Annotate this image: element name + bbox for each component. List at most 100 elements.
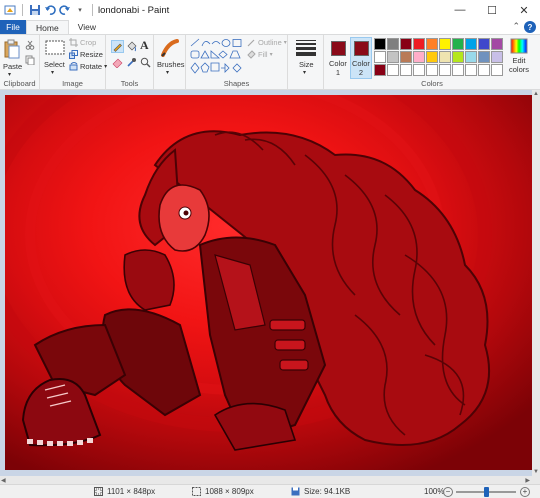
drawing-canvas[interactable] bbox=[5, 95, 535, 470]
tab-view[interactable]: View bbox=[69, 20, 105, 34]
palette-swatch[interactable] bbox=[478, 51, 490, 63]
select-label[interactable]: Select bbox=[44, 60, 65, 69]
outline-label: Outline bbox=[258, 38, 282, 47]
scroll-left-icon[interactable]: ◀ bbox=[1, 477, 6, 484]
paste-label[interactable]: Paste bbox=[3, 62, 22, 71]
palette-swatch[interactable] bbox=[387, 64, 399, 76]
zoom-out-button[interactable]: − bbox=[443, 487, 453, 497]
maximize-button[interactable]: ☐ bbox=[476, 0, 508, 20]
vertical-scrollbar[interactable]: ▲ ▼ bbox=[532, 90, 540, 484]
palette-swatch[interactable] bbox=[413, 51, 425, 63]
palette-swatch[interactable] bbox=[374, 38, 386, 50]
tab-file[interactable]: File bbox=[0, 20, 26, 34]
palette-swatch[interactable] bbox=[439, 51, 451, 63]
size-group[interactable]: Size ▾ bbox=[288, 35, 324, 90]
zoom-slider-thumb[interactable] bbox=[483, 487, 489, 497]
outline-button[interactable]: Outline ▾ bbox=[247, 38, 287, 47]
palette-swatch[interactable] bbox=[452, 64, 464, 76]
tab-home[interactable]: Home bbox=[26, 20, 69, 34]
resize-label: Resize bbox=[80, 50, 103, 59]
fill-button[interactable]: Fill ▾ bbox=[247, 50, 273, 59]
pencil-icon[interactable] bbox=[111, 40, 124, 53]
size-dropdown-icon[interactable]: ▾ bbox=[303, 69, 306, 76]
scroll-up-icon[interactable]: ▲ bbox=[533, 91, 539, 97]
copy-icon[interactable] bbox=[25, 55, 35, 67]
size-label[interactable]: Size bbox=[299, 60, 314, 69]
palette-swatch[interactable] bbox=[465, 51, 477, 63]
palette-swatch[interactable] bbox=[478, 64, 490, 76]
palette-swatch[interactable] bbox=[491, 38, 503, 50]
select-icon[interactable] bbox=[45, 40, 65, 58]
resize-icon bbox=[69, 50, 78, 59]
brush-icon[interactable] bbox=[160, 38, 180, 60]
zoom-in-button[interactable]: + bbox=[520, 487, 530, 497]
palette-swatch[interactable] bbox=[387, 38, 399, 50]
save-icon[interactable] bbox=[29, 4, 41, 16]
palette-swatch[interactable] bbox=[491, 51, 503, 63]
clipboard-group: Paste ▾ Clipboard bbox=[0, 35, 40, 90]
collapse-ribbon-icon[interactable]: ⌃ bbox=[512, 21, 520, 32]
palette-swatch[interactable] bbox=[439, 38, 451, 50]
palette-swatch[interactable] bbox=[413, 64, 425, 76]
brushes-group[interactable]: Brushes ▾ bbox=[154, 35, 186, 90]
clipboard-group-label: Clipboard bbox=[3, 79, 36, 88]
window-controls: — ☐ ✕ bbox=[444, 0, 540, 20]
quick-access-toolbar: ▾ bbox=[0, 4, 96, 16]
palette-swatch[interactable] bbox=[491, 64, 503, 76]
scroll-right-icon[interactable]: ▶ bbox=[525, 477, 530, 484]
customize-qat-icon[interactable]: ▾ bbox=[74, 4, 86, 16]
crop-button[interactable]: Crop bbox=[69, 38, 96, 47]
fill-icon[interactable] bbox=[126, 41, 137, 54]
palette-swatch[interactable] bbox=[400, 64, 412, 76]
shapes-gallery[interactable] bbox=[190, 38, 244, 76]
redo-icon[interactable] bbox=[59, 4, 71, 16]
close-button[interactable]: ✕ bbox=[508, 0, 540, 20]
brushes-dropdown-icon[interactable]: ▾ bbox=[166, 69, 169, 76]
palette-swatch[interactable] bbox=[400, 51, 412, 63]
color1-button[interactable]: Color 1 bbox=[327, 37, 349, 79]
selection-size-icon bbox=[192, 487, 201, 496]
disk-icon bbox=[291, 487, 300, 496]
selection-size-text: 1088 × 809px bbox=[205, 487, 254, 496]
palette-swatch[interactable] bbox=[478, 38, 490, 50]
cut-icon[interactable] bbox=[25, 40, 35, 52]
minimize-button[interactable]: — bbox=[444, 0, 476, 20]
paste-dropdown-icon[interactable]: ▾ bbox=[8, 71, 11, 78]
magnifier-icon[interactable] bbox=[140, 57, 151, 70]
picker-icon[interactable] bbox=[126, 57, 137, 70]
select-dropdown-icon[interactable]: ▾ bbox=[51, 69, 54, 76]
paste-icon[interactable] bbox=[4, 39, 20, 61]
ribbon: Paste ▾ Clipboard Select ▾ Crop Resize R… bbox=[0, 34, 540, 90]
palette-swatch[interactable] bbox=[465, 38, 477, 50]
palette-swatch[interactable] bbox=[452, 38, 464, 50]
edit-colors-label[interactable]: Edit colors bbox=[509, 56, 529, 74]
palette-swatch[interactable] bbox=[400, 38, 412, 50]
palette-swatch[interactable] bbox=[426, 64, 438, 76]
ribbon-tabs: File Home View ⌃ ? bbox=[0, 20, 540, 34]
edit-colors-icon[interactable] bbox=[510, 38, 528, 56]
image-size-icon bbox=[94, 487, 103, 496]
palette-swatch[interactable] bbox=[439, 64, 451, 76]
palette-swatch[interactable] bbox=[387, 51, 399, 63]
fill-dropdown-icon: ▾ bbox=[269, 52, 273, 58]
eraser-icon[interactable] bbox=[112, 57, 123, 70]
rotate-button[interactable]: Rotate ▾ bbox=[69, 62, 107, 71]
color2-button[interactable]: Color 2 bbox=[350, 37, 372, 79]
resize-button[interactable]: Resize bbox=[69, 50, 103, 59]
brushes-label[interactable]: Brushes bbox=[157, 60, 185, 69]
help-icon[interactable]: ? bbox=[524, 21, 536, 33]
palette-swatch[interactable] bbox=[426, 51, 438, 63]
palette-swatch[interactable] bbox=[374, 64, 386, 76]
size-icon[interactable] bbox=[296, 40, 316, 58]
text-icon[interactable]: A bbox=[140, 38, 149, 53]
palette-swatch[interactable] bbox=[452, 51, 464, 63]
outline-dropdown-icon: ▾ bbox=[283, 40, 287, 46]
palette-swatch[interactable] bbox=[465, 64, 477, 76]
palette-swatch[interactable] bbox=[426, 38, 438, 50]
palette-swatch[interactable] bbox=[374, 51, 386, 63]
scroll-down-icon[interactable]: ▼ bbox=[533, 469, 539, 475]
undo-icon[interactable] bbox=[44, 4, 56, 16]
tools-group: A Tools bbox=[106, 35, 154, 90]
palette-swatch[interactable] bbox=[413, 38, 425, 50]
horizontal-scrollbar[interactable]: ◀ ▶ bbox=[0, 476, 540, 484]
